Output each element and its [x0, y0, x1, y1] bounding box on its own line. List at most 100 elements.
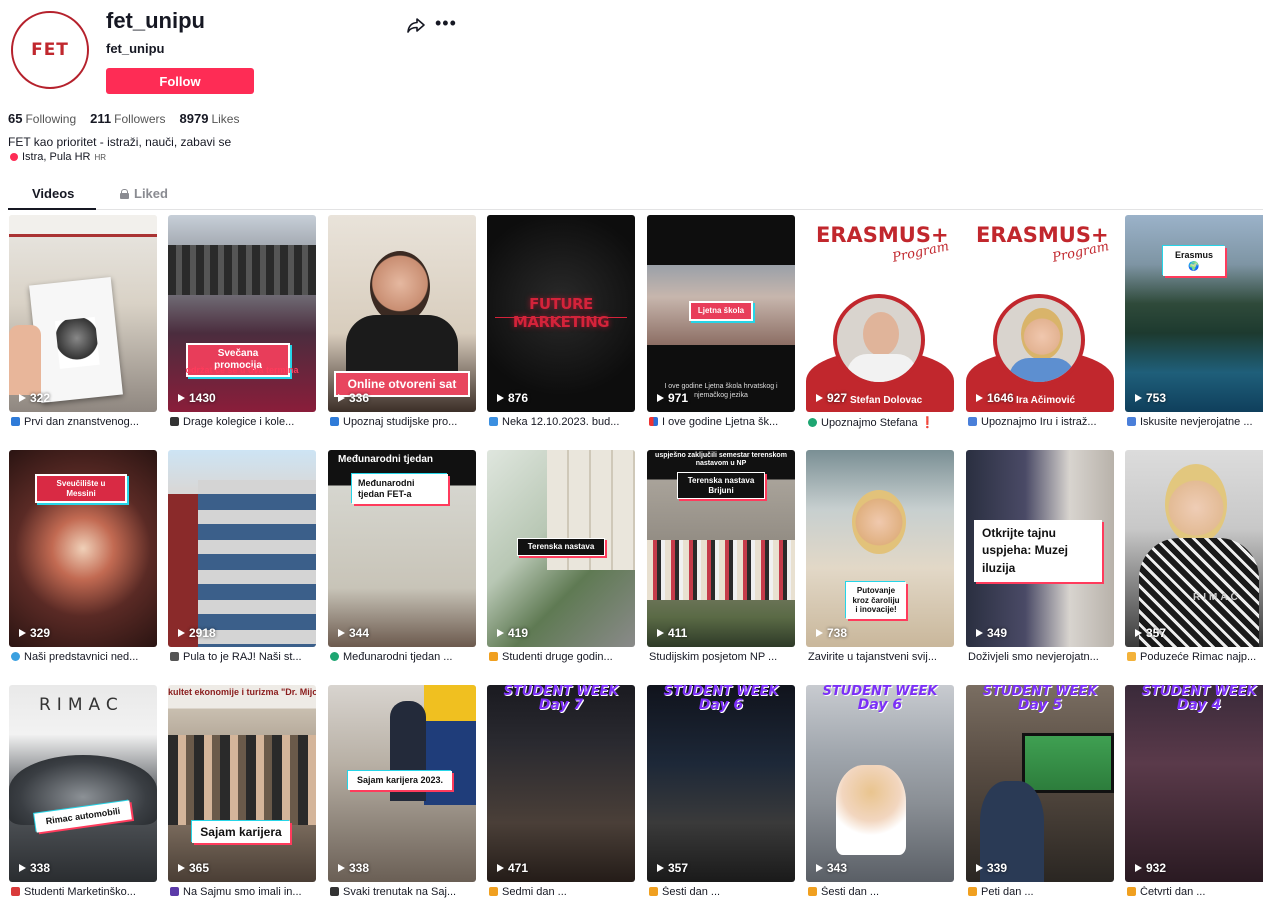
video-caption: Upoznaj studijske pro... — [330, 416, 476, 428]
active-tab-indicator — [8, 208, 96, 210]
airplane-icon — [968, 417, 977, 426]
view-count: 344 — [338, 626, 369, 640]
video-thumbnail: Otkrijte tajnu uspjeha: Muzej iluzija 34… — [966, 450, 1114, 647]
face-image — [1021, 308, 1063, 360]
video-caption: Doživjeli smo nevjerojatn... — [968, 651, 1099, 663]
view-count: 365 — [178, 861, 209, 875]
video-card[interactable]: Terenska nastava 419 Studenti druge godi… — [487, 450, 635, 670]
video-overlay-title: Međunarodni tjedan FET-a — [352, 474, 448, 504]
video-card[interactable]: 322 Prvi dan znanstvenog... — [9, 215, 157, 435]
view-count: 419 — [497, 626, 528, 640]
video-thumbnail: Online otvoreni sat 336 — [328, 215, 476, 412]
tab-videos[interactable]: Videos — [32, 186, 74, 201]
video-card[interactable]: Otkrijte tajnu uspjeha: Muzej iluzija 34… — [966, 450, 1114, 670]
play-icon — [657, 629, 664, 637]
following-stat[interactable]: 65 Following — [8, 111, 76, 126]
video-overlay-title: Sajam karijera — [192, 821, 290, 844]
video-thumbnail: FUTURE MARKETING 876 — [487, 215, 635, 412]
view-count: 329 — [19, 626, 50, 640]
play-icon — [19, 629, 26, 637]
profile-username: fet_unipu — [106, 8, 205, 33]
profile-photo-image — [993, 294, 1085, 386]
play-icon — [657, 394, 664, 402]
video-card[interactable]: STUDENT WEEK Day 6 357 Šesti dan ... — [647, 685, 795, 900]
video-card[interactable]: RIMAC 357 Poduzeće Rimac najp... — [1125, 450, 1263, 670]
video-thumbnail: Erasmus 🌍 753 — [1125, 215, 1263, 412]
profile-bio: FET kao prioritet - istraži, nauči, zaba… — [8, 135, 232, 149]
video-card[interactable]: Sveučilište u Messini 329 Naši predstavn… — [9, 450, 157, 670]
play-icon — [178, 394, 185, 402]
view-count: 2918 — [178, 626, 216, 640]
video-caption: Četvrti dan ... — [1127, 886, 1263, 898]
video-caption: Sedmi dan ... — [489, 886, 635, 898]
video-card[interactable]: Online otvoreni sat 336 Upoznaj studijsk… — [328, 215, 476, 435]
video-caption: Iskusite nevjerojatne ... — [1127, 416, 1263, 428]
view-count: 1430 — [178, 391, 216, 405]
profile-photo-image — [833, 294, 925, 386]
video-card[interactable]: Ljetna škola I ove godine Ljetna škola h… — [647, 215, 795, 435]
share-icon[interactable] — [406, 15, 426, 35]
divider-line — [495, 317, 627, 318]
video-card[interactable]: 2918 Pula to je RAJ! Naši st... — [168, 450, 316, 670]
video-overlay-title: Otkrijte tajnu uspjeha: Muzej iluzija — [974, 520, 1102, 583]
video-caption: Na Sajmu smo imali in... — [170, 886, 316, 898]
video-card[interactable]: ERASMUS+ Program Stefan Dolovac 927 Upoz… — [806, 215, 954, 435]
ship-icon — [170, 652, 179, 661]
video-caption: Peti dan ... — [968, 886, 1114, 898]
view-count: 338 — [338, 861, 369, 875]
video-card[interactable]: Svečana promocija održat će se u dva ter… — [168, 215, 316, 435]
video-card[interactable]: Putovanje kroz čaroliju i inovacije! 738… — [806, 450, 954, 670]
choir-image — [168, 245, 316, 295]
video-card[interactable]: Međunarodni tjedan Međunarodni tjedan FE… — [328, 450, 476, 670]
tab-liked[interactable]: Liked — [120, 186, 168, 201]
hand-image — [9, 325, 41, 395]
play-icon — [178, 629, 185, 637]
likes-label: Likes — [211, 112, 240, 126]
video-overlay-subtitle: uspješno zaključili semestar terenskom n… — [655, 452, 787, 468]
follow-button[interactable]: Follow — [106, 68, 254, 94]
shirt-image — [847, 354, 917, 382]
person-image — [1165, 464, 1227, 544]
video-thumbnail: uspješno zaključili semestar terenskom n… — [647, 450, 795, 647]
play-icon — [816, 629, 823, 637]
video-overlay-title: FUTURE MARKETING — [512, 295, 610, 331]
video-thumbnail: STUDENT WEEK Day 7 471 — [487, 685, 635, 882]
avatar[interactable]: FET — [11, 11, 89, 89]
play-icon — [178, 864, 185, 872]
view-count: 471 — [497, 861, 528, 875]
shirt-image — [1009, 358, 1075, 382]
play-icon — [976, 394, 983, 402]
more-options-icon[interactable]: ••• — [435, 13, 457, 34]
video-card[interactable]: STUDENT WEEK Day 5 339 Peti dan ... — [966, 685, 1114, 900]
video-card[interactable]: FUTURE MARKETING 876 Neka 12.10.2023. bu… — [487, 215, 635, 435]
video-caption: Naši predstavnici ned... — [11, 651, 157, 663]
view-count: 738 — [816, 626, 847, 640]
video-card[interactable]: RIMAC Rimac automobili 338 Studenti Mark… — [9, 685, 157, 900]
video-overlay-subtitle: Day 5 — [1017, 697, 1063, 713]
video-card[interactable]: Erasmus 🌍 753 Iskusite nevjerojatne ... — [1125, 215, 1263, 435]
banner-text: kultet ekonomije i turizma "Dr. Mijo — [168, 687, 316, 697]
person-image — [370, 251, 430, 323]
video-card[interactable]: STUDENT WEEK Day 4 932 Četvrti dan ... — [1125, 685, 1263, 900]
video-card[interactable]: STUDENT WEEK Day 6 343 Šesti dan ... — [806, 685, 954, 900]
tab-liked-label: Liked — [134, 186, 168, 201]
view-count: 927 — [816, 391, 847, 405]
profile-nickname: fet_unipu — [106, 41, 165, 56]
party-icon — [808, 887, 817, 896]
video-card[interactable]: STUDENT WEEK Day 7 471 Sedmi dan ... — [487, 685, 635, 900]
video-caption: Šesti dan ... — [649, 886, 795, 898]
video-caption: Studijskim posjetom NP ... — [649, 651, 778, 663]
video-overlay-subtitle: Day 4 — [1176, 697, 1222, 713]
car-icon — [11, 887, 20, 896]
video-card[interactable]: ERASMUS+ Program Ira Ačimović 1646 Upozn… — [966, 215, 1114, 435]
play-icon — [976, 864, 983, 872]
video-card[interactable]: uspješno zaključili semestar terenskom n… — [647, 450, 795, 670]
graduation-cap-icon — [330, 887, 339, 896]
following-count: 65 — [8, 111, 23, 126]
video-card[interactable]: Sajam karijera 2023. 338 Svaki trenutak … — [328, 685, 476, 900]
play-icon — [976, 629, 983, 637]
followers-stat[interactable]: 211 Followers — [90, 111, 165, 126]
video-thumbnail: 2918 — [168, 450, 316, 647]
people-icon — [170, 887, 179, 896]
video-card[interactable]: kultet ekonomije i turizma "Dr. Mijo Saj… — [168, 685, 316, 900]
